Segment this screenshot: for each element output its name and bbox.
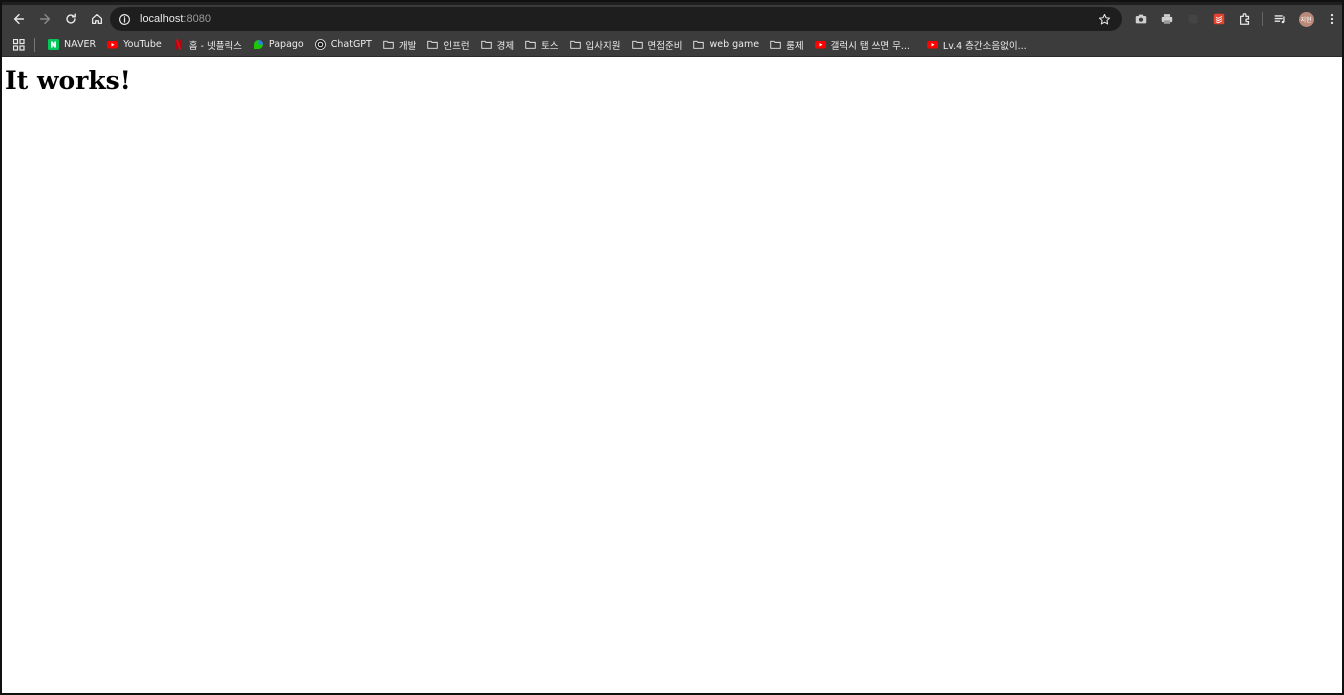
bookmark-label: NAVER <box>64 39 97 50</box>
bookmark-netflix[interactable]: 홈 - 넷플릭스 <box>168 35 247 55</box>
bookmark-youtube[interactable]: YouTube <box>102 35 167 55</box>
star-icon <box>1098 13 1110 24</box>
chatgpt-icon <box>314 39 326 50</box>
browser-menu-button[interactable] <box>1319 7 1342 31</box>
reload-icon <box>66 12 76 24</box>
bookmark-label: 개발 <box>398 40 417 52</box>
camera-icon <box>1135 14 1147 24</box>
media-queue-icon <box>1274 15 1285 24</box>
info-icon <box>118 13 130 25</box>
folder-icon <box>693 39 705 50</box>
profile-button[interactable]: 지현 <box>1293 7 1319 31</box>
bookmark-label: Lv.4 층간소음없이... <box>942 40 1027 52</box>
youtube-icon <box>814 39 826 50</box>
arrow-right-icon <box>39 13 51 24</box>
bookmark-youtube-lv4[interactable]: Lv.4 층간소음없이... <box>922 35 1032 55</box>
forward-button[interactable] <box>33 7 57 31</box>
puzzle-icon <box>1240 13 1250 25</box>
tab-strip <box>2 2 1342 5</box>
bookmark-naver[interactable]: NAVER <box>43 35 101 55</box>
browser-window: localhost:8080 지현 NAVER YouTube 홈 - 넷플릭스… <box>0 0 1344 695</box>
hidden-extension-button[interactable] <box>1180 7 1206 31</box>
todoist-icon <box>1213 13 1225 25</box>
bookmark-label: 갤럭시 탭 쓰면 무... <box>830 40 910 52</box>
extensions-area: 지현 <box>1128 7 1342 31</box>
bookmark-youtube-galaxy-tab[interactable]: 갤럭시 탭 쓰면 무... <box>810 35 915 55</box>
reload-button[interactable] <box>59 7 83 31</box>
apps-grid-icon <box>13 38 25 51</box>
avatar: 지현 <box>1298 11 1314 27</box>
papago-icon <box>253 39 264 50</box>
bookmark-folder-toss[interactable]: 토스 <box>520 35 563 55</box>
bookmark-folder-economy[interactable]: 경제 <box>476 35 519 55</box>
bookmarks-separator <box>34 37 35 52</box>
print-extension-button[interactable] <box>1154 7 1180 31</box>
bookmark-folder-job-apply[interactable]: 입사지원 <box>565 35 626 55</box>
folder-icon <box>480 39 492 50</box>
bookmark-label: 인프런 <box>443 40 470 52</box>
bookmark-star-button[interactable] <box>1096 11 1112 27</box>
bookmark-label: 면접준비 <box>647 40 683 52</box>
back-button[interactable] <box>7 7 31 31</box>
printer-icon <box>1161 14 1173 24</box>
home-button[interactable] <box>85 7 109 31</box>
extensions-menu-button[interactable] <box>1232 7 1258 31</box>
bookmark-label: 경제 <box>496 40 515 52</box>
more-vertical-icon <box>1330 13 1334 25</box>
reading-list-button[interactable] <box>1267 7 1293 31</box>
bookmarks-bar: NAVER YouTube 홈 - 넷플릭스 Papago ChatGPT 개발… <box>2 33 1342 57</box>
folder-icon <box>383 39 394 50</box>
bookmark-folder-dev[interactable]: 개발 <box>378 35 421 55</box>
netflix-icon <box>173 39 184 50</box>
youtube-icon <box>107 39 119 50</box>
address-bar[interactable]: localhost:8080 <box>110 7 1122 31</box>
bookmark-papago[interactable]: Papago <box>248 35 309 55</box>
bookmark-folder-misc[interactable]: 룸제 <box>765 35 808 55</box>
youtube-icon <box>926 39 938 50</box>
folder-icon <box>525 39 536 50</box>
apps-button[interactable] <box>10 36 28 54</box>
home-icon <box>91 13 103 24</box>
url-port: :8080 <box>183 13 211 25</box>
bookmark-label: Papago <box>268 39 304 50</box>
url-text[interactable]: localhost:8080 <box>140 13 211 25</box>
bookmark-chatgpt[interactable]: ChatGPT <box>310 35 377 55</box>
bookmark-label: 홈 - 넷플릭스 <box>188 40 242 52</box>
todoist-extension-button[interactable] <box>1206 7 1232 31</box>
page-heading: It works! <box>5 66 131 95</box>
folder-icon <box>770 39 781 50</box>
puzzle-dim-icon <box>1188 14 1198 24</box>
bookmark-label: 입사지원 <box>585 40 621 52</box>
toolbar-separator <box>1262 12 1263 26</box>
bookmark-folder-inflearn[interactable]: 인프런 <box>422 35 474 55</box>
site-info-button[interactable] <box>114 9 134 29</box>
bookmark-label: ChatGPT <box>330 39 372 50</box>
bookmark-folder-web-game[interactable]: web game <box>688 35 764 55</box>
bookmark-label: 룸제 <box>786 40 804 52</box>
bookmark-label: web game <box>709 39 760 50</box>
bookmark-label: YouTube <box>123 39 162 50</box>
naver-icon <box>48 39 59 50</box>
folder-icon <box>631 39 643 50</box>
url-host: localhost <box>140 13 184 25</box>
bookmark-folder-interview-prep[interactable]: 면접준비 <box>627 35 688 55</box>
arrow-left-icon <box>13 13 25 24</box>
navigation-buttons <box>5 7 109 31</box>
bookmark-label: 토스 <box>541 40 559 52</box>
folder-icon <box>569 39 581 50</box>
page-content: It works! <box>2 58 1342 693</box>
browser-toolbar: localhost:8080 지현 <box>2 2 1342 33</box>
screenshot-extension-button[interactable] <box>1128 7 1154 31</box>
folder-icon <box>427 39 439 50</box>
